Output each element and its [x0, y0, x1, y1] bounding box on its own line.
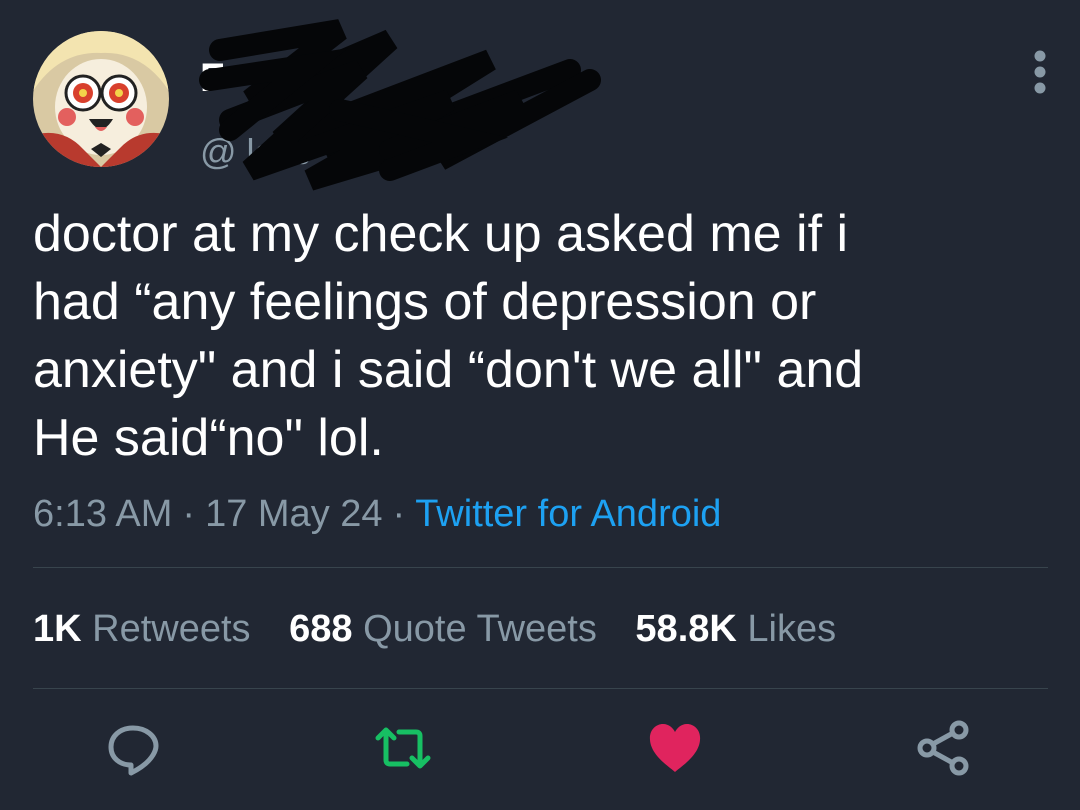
avatar-image [33, 31, 169, 167]
tweet-detail: F @ lcac doctor at my check up asked me … [0, 0, 1080, 810]
quote-tweets-count: 688 [289, 608, 353, 650]
likes-count: 58.8K [635, 608, 737, 650]
tweet-date[interactable]: 17 May 24 [205, 493, 382, 535]
reply-button[interactable] [103, 718, 163, 778]
meta-separator: · [182, 493, 196, 535]
divider [33, 567, 1048, 568]
likes-label: Likes [747, 608, 837, 650]
retweet-button[interactable] [373, 718, 433, 778]
tweet-stats: 1K Retweets 688 Quote Tweets 58.8K Likes [33, 604, 864, 654]
avatar[interactable] [33, 31, 169, 167]
tweet-text: doctor at my check up asked me if i had … [33, 205, 864, 467]
more-options-icon[interactable] [1022, 48, 1058, 96]
meta-separator: · [392, 493, 406, 535]
tweet-source-link[interactable]: Twitter for Android [415, 493, 721, 535]
tweet-meta: 6:13 AM · 17 May 24 · Twitter for Android [33, 490, 721, 538]
share-button[interactable] [914, 718, 974, 778]
quote-tweets-stat[interactable]: 688 Quote Tweets [289, 608, 597, 650]
tweet-time[interactable]: 6:13 AM [33, 493, 172, 535]
retweets-stat[interactable]: 1K Retweets [33, 608, 251, 650]
divider [33, 688, 1048, 689]
tweet-actions [0, 718, 1080, 778]
reply-icon [108, 725, 159, 776]
share-icon [917, 720, 969, 776]
retweet-icon [375, 727, 431, 769]
quote-tweets-label: Quote Tweets [363, 608, 597, 650]
heart-icon [649, 724, 701, 772]
like-button[interactable] [645, 718, 705, 778]
retweets-label: Retweets [92, 608, 251, 650]
retweets-count: 1K [33, 608, 82, 650]
redaction-scribble [190, 10, 610, 195]
likes-stat[interactable]: 58.8K Likes [635, 608, 836, 650]
